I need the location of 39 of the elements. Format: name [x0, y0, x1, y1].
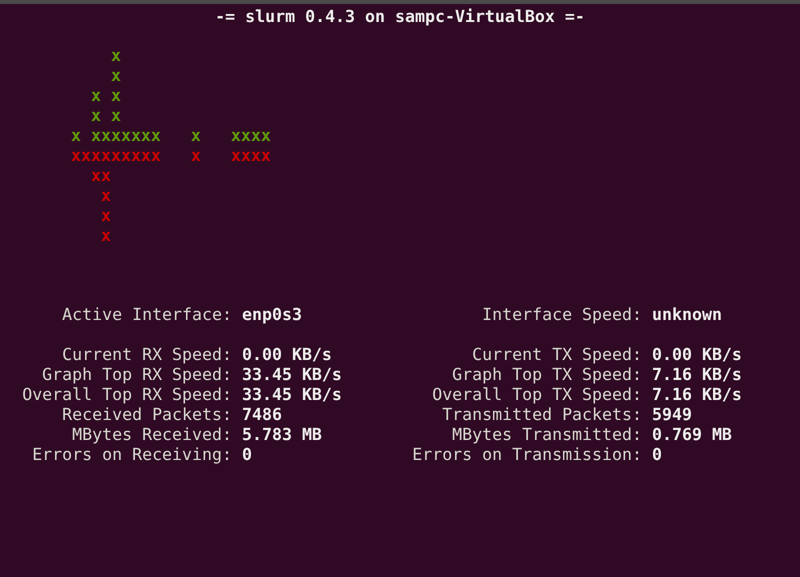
stat-label: Current TX Speed: [472, 345, 642, 365]
stat-value: 5.783 MB [242, 425, 322, 445]
graph-line: x [100, 226, 111, 246]
stat-value: 0.00 KB/s [652, 345, 742, 365]
graph-line: x x [90, 86, 121, 106]
window-title: -= slurm 0.4.3 on sampc-VirtualBox =- [215, 7, 585, 27]
stat-value: 0.00 KB/s [242, 345, 332, 365]
stat-label: Active Interface: [62, 305, 232, 325]
graph-line: xx [90, 166, 111, 186]
stat-value: 0.769 MB [652, 425, 732, 445]
graph-line: xxxxxxxxx x xxxx [71, 146, 271, 166]
stat-label: Errors on Receiving: [32, 445, 232, 465]
stat-value: 33.45 KB/s [242, 385, 342, 405]
stat-label: Transmitted Packets: [442, 405, 642, 425]
stat-label: Overall Top RX Speed: [22, 385, 232, 405]
stat-label: Overall Top TX Speed: [432, 385, 642, 405]
graph-line: x [110, 46, 121, 66]
stat-value: 0 [242, 445, 252, 465]
stat-label: Current RX Speed: [62, 345, 232, 365]
stat-value: 7486 [242, 405, 282, 425]
stat-label: Errors on Transmission: [412, 445, 642, 465]
graph-line: x [110, 66, 121, 86]
stat-value: 7.16 KB/s [652, 365, 742, 385]
stat-label: MBytes Received: [72, 425, 232, 445]
stat-label: Received Packets: [62, 405, 232, 425]
stat-value: enp0s3 [242, 305, 302, 325]
stat-value: unknown [652, 305, 722, 325]
stat-label: Interface Speed: [482, 305, 642, 325]
stat-label: MBytes Transmitted: [452, 425, 642, 445]
stat-value: 7.16 KB/s [652, 385, 742, 405]
graph-line: x x [90, 106, 121, 126]
stat-value: 33.45 KB/s [242, 365, 342, 385]
stat-value: 5949 [652, 405, 692, 425]
stat-label: Graph Top RX Speed: [42, 365, 232, 385]
graph-line: x [100, 186, 111, 206]
graph-line: x [100, 206, 111, 226]
graph-line: x xxxxxxx x xxxx [71, 126, 271, 146]
stat-label: Graph Top TX Speed: [452, 365, 642, 385]
stat-value: 0 [652, 445, 662, 465]
